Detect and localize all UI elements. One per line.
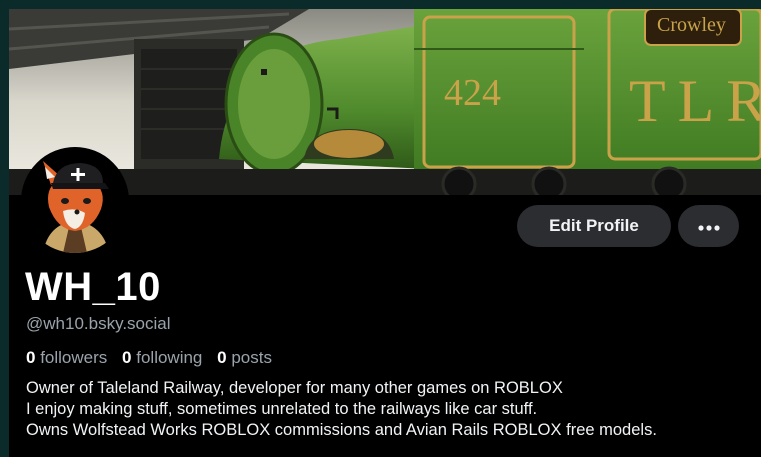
profile-banner[interactable]: 424 Crowley TLR — [9, 9, 761, 195]
display-name: WH_10 — [25, 265, 161, 309]
profile-page: 424 Crowley TLR Edit Profile WH_10 @wh10… — [9, 9, 761, 457]
more-options-button[interactable] — [678, 205, 739, 247]
posts-count: 0 — [217, 348, 227, 367]
more-horizontal-icon — [697, 219, 720, 234]
banner-engine-number: 424 — [444, 72, 501, 114]
followers-label: followers — [40, 348, 108, 367]
avatar[interactable] — [21, 147, 129, 255]
posts-stat: 0 posts — [217, 348, 272, 367]
banner-nameplate: Crowley — [657, 14, 726, 36]
profile-handle: @wh10.bsky.social — [26, 314, 171, 333]
edit-profile-label: Edit Profile — [549, 216, 639, 235]
profile-bio: Owner of Taleland Railway, developer for… — [26, 378, 657, 441]
posts-label: posts — [231, 348, 272, 367]
following-stat[interactable]: 0 following — [122, 348, 207, 367]
followers-stat[interactable]: 0 followers — [26, 348, 112, 367]
banner-tender-lettering: TLR — [629, 68, 761, 134]
edit-profile-button[interactable]: Edit Profile — [517, 205, 671, 247]
followers-count: 0 — [26, 348, 36, 367]
following-label: following — [136, 348, 203, 367]
fox-avatar-image — [23, 149, 127, 253]
bio-line: Owns Wolfstead Works ROBLOX commissions … — [26, 421, 657, 439]
bio-line: I enjoy making stuff, sometimes unrelate… — [26, 400, 538, 418]
bio-line: Owner of Taleland Railway, developer for… — [26, 379, 563, 397]
profile-stats: 0 followers 0 following 0 posts — [26, 348, 282, 368]
following-count: 0 — [122, 348, 132, 367]
